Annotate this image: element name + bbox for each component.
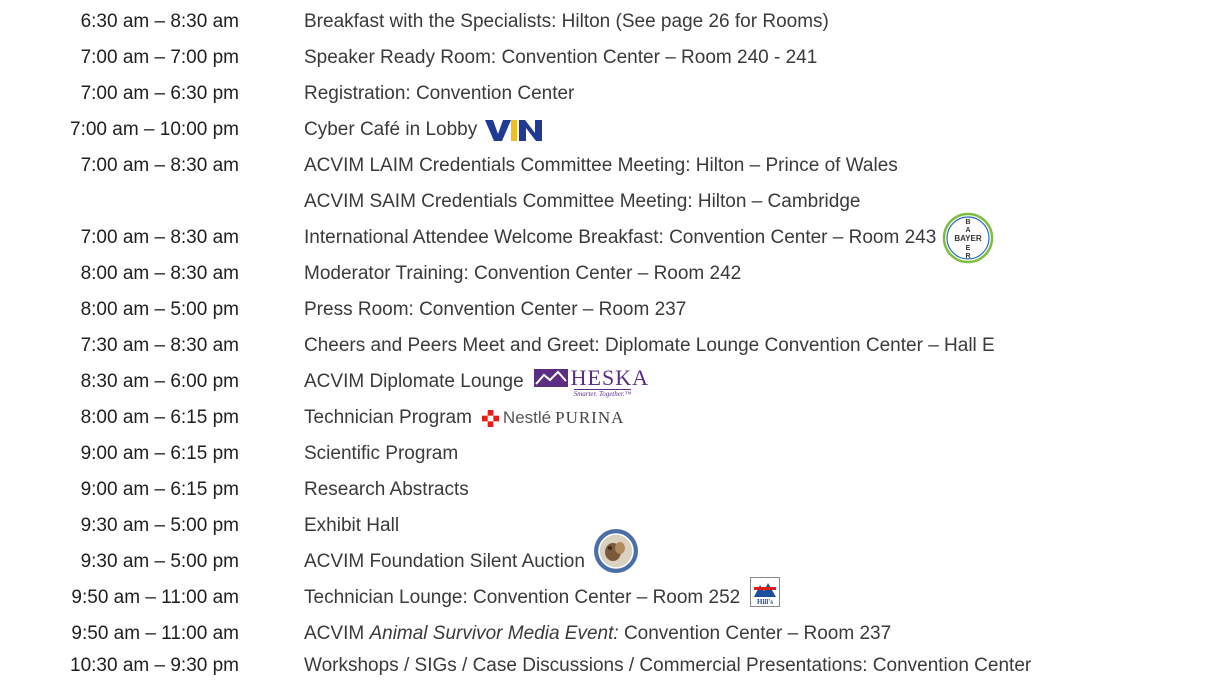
- schedule-row: 9:50 am – 11:00 am Technician Lounge: Co…: [0, 577, 1212, 615]
- event-description: Research Abstracts: [304, 479, 469, 501]
- heska-tagline: Smarter. Together.™: [573, 388, 632, 398]
- hills-wordmark: Hill's: [757, 598, 773, 606]
- event-text: Moderator Training: Convention Center – …: [304, 263, 742, 284]
- purina-wordmark: PURINA: [555, 408, 625, 427]
- schedule-row: 7:30 am – 8:30 am Cheers and Peers Meet …: [0, 329, 1212, 363]
- event-description: Workshops / SIGs / Case Discussions / Co…: [304, 655, 1031, 677]
- event-text: Exhibit Hall: [304, 515, 400, 536]
- schedule-row: 9:50 am – 11:00 am ACVIM Animal Survivor…: [0, 617, 1212, 651]
- event-text: International Attendee Welcome Breakfast…: [304, 227, 937, 248]
- event-description: Breakfast with the Specialists: Hilton (…: [304, 11, 829, 33]
- time-range: 8:00 am – 5:00 pm: [80, 299, 239, 320]
- event-text-prefix: ACVIM: [304, 623, 370, 644]
- event-description: Exhibit Hall: [304, 515, 399, 537]
- time-range: 8:30 am – 6:00 pm: [80, 371, 239, 392]
- event-text: ACVIM SAIM Credentials Committee Meeting…: [304, 191, 861, 212]
- event-text: Breakfast with the Specialists: Hilton (…: [304, 11, 829, 32]
- event-description: Cyber Café in Lobby: [304, 117, 543, 143]
- event-text: Workshops / SIGs / Case Discussions / Co…: [304, 655, 1032, 676]
- schedule-row: 8:30 am – 6:00 pm ACVIM Diplomate Lounge…: [0, 365, 1212, 399]
- event-text: ACVIM Diplomate Lounge: [304, 371, 524, 392]
- schedule-row: 9:00 am – 6:15 pm Scientific Program: [0, 437, 1212, 471]
- event-description: Moderator Training: Convention Center – …: [304, 263, 741, 285]
- time-range: 8:00 am – 6:15 pm: [80, 407, 239, 428]
- event-text: ACVIM LAIM Credentials Committee Meeting…: [304, 155, 898, 176]
- time-range: 9:30 am – 5:00 pm: [80, 515, 239, 536]
- time-range: 6:30 am – 8:30 am: [80, 11, 239, 32]
- event-text: Scientific Program: [304, 443, 459, 464]
- event-text: Technician Program: [304, 407, 472, 428]
- event-text: Research Abstracts: [304, 479, 469, 500]
- time-range: 8:00 am – 8:30 am: [80, 263, 239, 284]
- vin-logo: [485, 120, 543, 141]
- time-range: 7:00 am – 7:00 pm: [80, 47, 239, 68]
- time-range: 7:00 am – 6:30 pm: [80, 83, 239, 104]
- time-range: 9:00 am – 6:15 pm: [80, 479, 239, 500]
- time-range: 9:50 am – 11:00 am: [71, 623, 239, 644]
- schedule-row: 7:00 am – 6:30 pm Registration: Conventi…: [0, 77, 1212, 111]
- event-description: ACVIM Diplomate Lounge HESKA Smarter. To…: [304, 364, 650, 398]
- event-description: Press Room: Convention Center – Room 237: [304, 299, 686, 321]
- heska-logo: HESKA Smarter. Together.™: [533, 364, 650, 398]
- time-range: 9:00 am – 6:15 pm: [80, 443, 239, 464]
- event-description: Cheers and Peers Meet and Greet: Diploma…: [304, 335, 995, 357]
- event-description: ACVIM Animal Survivor Media Event: Conve…: [304, 623, 891, 645]
- event-text: ACVIM Foundation Silent Auction: [304, 551, 585, 572]
- svg-text:A: A: [966, 227, 971, 234]
- schedule-row: 9:00 am – 6:15 pm Research Abstracts: [0, 473, 1212, 507]
- schedule-row: 8:00 am – 8:30 am Moderator Training: Co…: [0, 257, 1212, 291]
- event-text-italic: Animal Survivor Media Event:: [369, 623, 619, 644]
- event-text: Technician Lounge: Convention Center – R…: [304, 587, 741, 608]
- time-range: 9:50 am – 11:00 am: [71, 587, 239, 608]
- nestle-wordmark: Nestlé: [502, 408, 552, 427]
- time-range: 7:00 am – 10:00 pm: [70, 119, 239, 140]
- time-range: 7:30 am – 8:30 am: [80, 335, 239, 356]
- bayer-wordmark: BAYER: [955, 234, 982, 243]
- acvim-foundation-seal: [593, 529, 638, 573]
- heska-mountain-icon: [533, 368, 568, 387]
- schedule-row: 6:30 am – 8:30 am Breakfast with the Spe…: [0, 5, 1212, 39]
- event-description: Technician Program Nestlé PURINA: [304, 407, 624, 429]
- schedule-row: 7:00 am – 10:00 pm Cyber Café in Lobby: [0, 113, 1212, 147]
- svg-text:B: B: [966, 219, 971, 226]
- schedule-row: 10:30 am – 9:30 pm Workshops / SIGs / Ca…: [0, 649, 1212, 683]
- event-text: Cheers and Peers Meet and Greet: Diploma…: [304, 335, 995, 356]
- time-range: 10:30 am – 9:30 pm: [70, 655, 239, 676]
- heska-wordmark: HESKA: [570, 364, 650, 390]
- purina-checkerboard-icon: [481, 409, 499, 427]
- event-description: ACVIM Foundation Silent Auction: [304, 529, 639, 574]
- event-description: ACVIM LAIM Credentials Committee Meeting…: [304, 155, 898, 177]
- event-text: Cyber Café in Lobby: [304, 119, 478, 140]
- event-text: Press Room: Convention Center – Room 237: [304, 299, 687, 320]
- hills-logo: Hill's: [750, 577, 781, 607]
- time-range: 7:00 am – 8:30 am: [80, 227, 239, 248]
- time-range: 9:30 am – 5:00 pm: [80, 551, 239, 572]
- event-description: Scientific Program: [304, 443, 458, 465]
- schedule-row: 8:00 am – 6:15 pm Technician Program Nes…: [0, 401, 1212, 435]
- nestle-purina-logo: Nestlé PURINA: [481, 408, 625, 428]
- schedule-row: 8:00 am – 5:00 pm Press Room: Convention…: [0, 293, 1212, 327]
- event-description: Speaker Ready Room: Convention Center – …: [304, 47, 817, 69]
- event-description: ACVIM SAIM Credentials Committee Meeting…: [304, 191, 860, 213]
- event-text: Speaker Ready Room: Convention Center – …: [304, 47, 818, 68]
- schedule-row: 7:00 am – 8:30 am International Attendee…: [0, 212, 1212, 264]
- event-text: Registration: Convention Center: [304, 83, 575, 104]
- schedule-row: 7:00 am – 8:30 am ACVIM LAIM Credentials…: [0, 149, 1212, 183]
- svg-text:E: E: [966, 245, 971, 252]
- schedule-row: 7:00 am – 7:00 pm Speaker Ready Room: Co…: [0, 41, 1212, 75]
- event-description: Registration: Convention Center: [304, 83, 574, 105]
- event-text-suffix: Convention Center – Room 237: [618, 623, 892, 644]
- event-description: Technician Lounge: Convention Center – R…: [304, 577, 781, 609]
- time-range: 7:00 am – 8:30 am: [80, 155, 239, 176]
- schedule-row: 9:30 am – 5:00 pm ACVIM Foundation Silen…: [0, 529, 1212, 579]
